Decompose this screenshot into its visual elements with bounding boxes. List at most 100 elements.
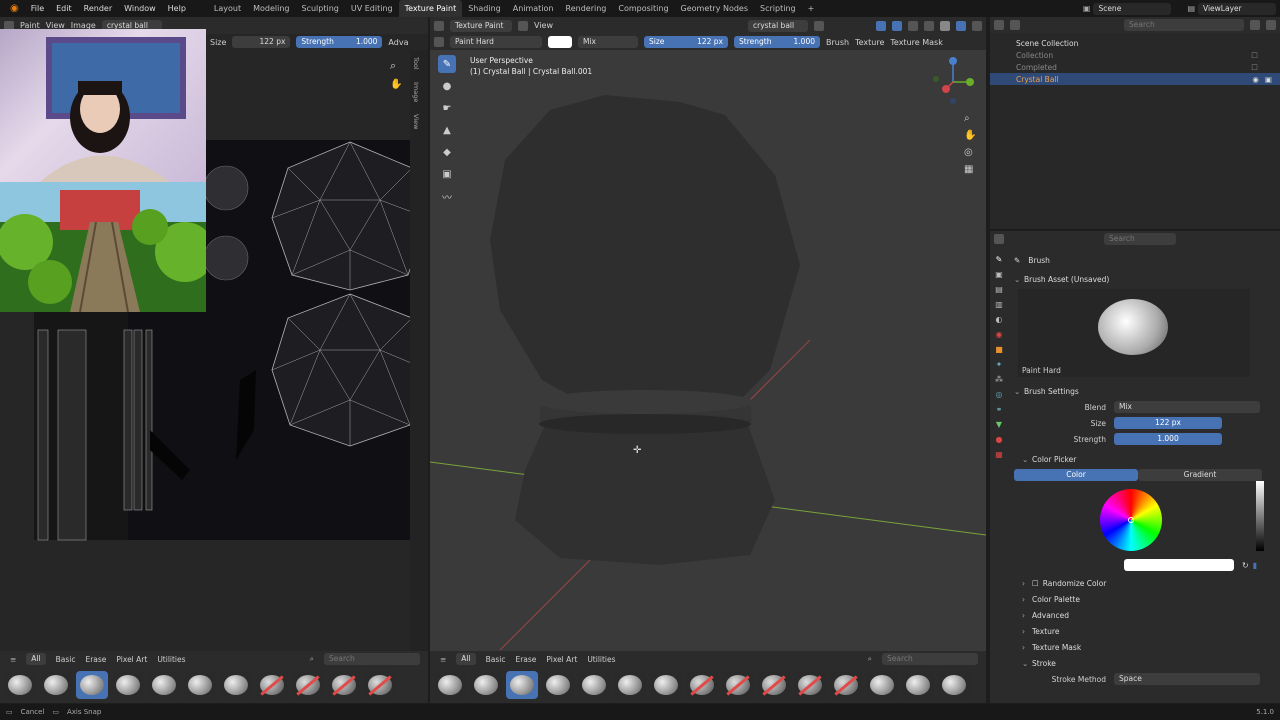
viewport-tab-utilities[interactable]: Utilities — [587, 655, 615, 664]
color-wheel-cursor[interactable] — [1128, 517, 1134, 523]
brush-thumb[interactable] — [364, 671, 396, 699]
editor-type-icon[interactable] — [994, 20, 1004, 30]
outliner-row[interactable]: Collection ☐ — [990, 49, 1280, 61]
scene-tab-icon[interactable]: ◐ — [996, 315, 1003, 324]
viewport-scene[interactable]: ✛ — [430, 50, 986, 670]
view-layer-selector[interactable]: ViewLayer — [1198, 2, 1276, 15]
shading-material-icon[interactable] — [956, 20, 966, 31]
fill-tool-icon[interactable]: ◆ — [438, 143, 456, 161]
properties-search[interactable]: Search — [1104, 233, 1176, 245]
shading-rendered-icon[interactable] — [972, 20, 982, 31]
zoom-icon[interactable]: ⌕ — [964, 113, 976, 124]
tab-texture-paint[interactable]: Texture Paint — [398, 0, 463, 17]
navigation-gizmo[interactable] — [926, 55, 980, 109]
texture-mask-header[interactable]: › Texture Mask — [1014, 639, 1278, 655]
color-picker-header[interactable]: ⌄ Color Picker — [1014, 451, 1278, 467]
brush-thumb[interactable] — [40, 671, 72, 699]
physics-tab-icon[interactable]: ◎ — [996, 390, 1003, 399]
tab-rendering[interactable]: Rendering — [560, 0, 613, 17]
tab-image[interactable]: Image — [412, 82, 420, 102]
brush-asset-header[interactable]: ⌄ Brush Asset (Unsaved) — [1014, 271, 1278, 287]
color-palette-header[interactable]: › Color Palette — [1014, 591, 1278, 607]
camera-icon[interactable]: ◎ — [964, 147, 976, 158]
brush-thumb[interactable] — [542, 671, 574, 699]
pan-hand-icon[interactable]: ✋ — [390, 79, 402, 90]
brush-thumb[interactable] — [650, 671, 682, 699]
add-workspace-button[interactable]: + — [802, 0, 821, 17]
editor-type-icon[interactable] — [994, 234, 1004, 244]
brush-thumb[interactable] — [256, 671, 288, 699]
pan-hand-icon[interactable]: ✋ — [964, 130, 976, 141]
brush-selector[interactable]: Paint Hard — [450, 36, 542, 48]
mode-selector[interactable]: Texture Paint — [450, 19, 512, 32]
image-tab-erase[interactable]: Erase — [85, 655, 106, 664]
brush-thumb[interactable] — [4, 671, 36, 699]
brush-thumb[interactable] — [614, 671, 646, 699]
image-strength-field[interactable]: Strength 1.000 — [296, 36, 383, 48]
size-slider[interactable]: 122 px — [1114, 417, 1222, 429]
object-tab-icon[interactable]: ■ — [995, 345, 1003, 354]
xray-icon[interactable] — [908, 20, 918, 31]
strength-field[interactable]: Strength 1.000 — [734, 36, 820, 48]
brush-thumb[interactable] — [794, 671, 826, 699]
outliner-row[interactable]: Completed ☐ — [990, 61, 1280, 73]
tab-compositing[interactable]: Compositing — [612, 0, 674, 17]
tab-layout[interactable]: Layout — [208, 0, 247, 17]
visibility-eye-icon[interactable]: ◉ — [1252, 75, 1259, 84]
refresh-icon[interactable]: ↻ — [1242, 561, 1249, 570]
brush-thumb[interactable] — [722, 671, 754, 699]
gradient-tab[interactable]: Gradient — [1138, 469, 1262, 481]
viewport-gizmo-icon[interactable] — [876, 20, 886, 31]
color-tab[interactable]: Color — [1014, 469, 1138, 481]
image-tab-pixel-art[interactable]: Pixel Art — [116, 655, 147, 664]
strength-slider[interactable]: 1.000 — [1114, 433, 1222, 445]
brush-thumb[interactable] — [292, 671, 324, 699]
image-size-field[interactable]: 122 px — [232, 36, 291, 48]
tab-tool[interactable]: Tool — [412, 57, 420, 70]
menu-edit[interactable]: Edit — [50, 4, 78, 13]
tab-view[interactable]: View — [412, 114, 420, 129]
soften-tool-icon[interactable]: ● — [438, 77, 456, 95]
blend-dropdown[interactable]: Mix — [1114, 401, 1260, 413]
viewport-tab-all[interactable]: All — [456, 653, 476, 665]
eyedropper-icon[interactable]: ▮ — [1253, 561, 1257, 570]
menu-file[interactable]: File — [25, 4, 50, 13]
brush-settings-header[interactable]: ⌄ Brush Settings — [1014, 383, 1278, 399]
value-slider[interactable] — [1256, 481, 1264, 551]
brush-thumb[interactable] — [938, 671, 970, 699]
smear-tool-icon[interactable]: ☛ — [438, 99, 456, 117]
randomize-checkbox[interactable]: ☐ — [1032, 579, 1039, 588]
scene-selector[interactable]: Scene — [1093, 2, 1172, 15]
blend-selector[interactable]: Mix — [578, 36, 638, 48]
zoom-icon[interactable]: ⌕ — [390, 59, 396, 73]
tab-sculpting[interactable]: Sculpting — [296, 0, 345, 17]
brush-thumb[interactable] — [470, 671, 502, 699]
ortho-grid-icon[interactable]: ▦ — [964, 164, 976, 175]
color-preview-bar[interactable] — [1124, 559, 1234, 571]
brush-thumb-active[interactable] — [76, 671, 108, 699]
brush-thumb[interactable] — [220, 671, 252, 699]
overlay-icon[interactable] — [892, 20, 902, 31]
data-tab-icon[interactable]: ▼ — [996, 420, 1002, 429]
viewport-tab-erase[interactable]: Erase — [515, 655, 536, 664]
brush-thumb[interactable] — [112, 671, 144, 699]
modifier-tab-icon[interactable]: ✦ — [996, 360, 1003, 369]
outliner-search[interactable]: Search — [1124, 19, 1244, 31]
texture-slot-icon[interactable] — [814, 20, 824, 31]
brush-menu[interactable]: Brush — [826, 38, 849, 47]
tab-scripting[interactable]: Scripting — [754, 0, 802, 17]
menu-help[interactable]: Help — [162, 4, 192, 13]
image-shelf-menu-icon[interactable]: ≡ — [10, 655, 16, 664]
output-tab-icon[interactable]: ▤ — [995, 285, 1003, 294]
checkbox-icon[interactable]: ☐ — [1251, 51, 1258, 60]
viewport-brush-search[interactable]: Search — [882, 653, 978, 665]
shading-solid-icon[interactable] — [940, 20, 950, 31]
mask-tool-icon[interactable]: ▣ — [438, 165, 456, 183]
advanced-header[interactable]: › Advanced — [1014, 607, 1278, 623]
particles-tab-icon[interactable]: ⁂ — [995, 375, 1003, 384]
tab-shading[interactable]: Shading — [462, 0, 507, 17]
tool-tab-icon[interactable]: ✎ — [996, 255, 1003, 264]
brush-thumb[interactable] — [578, 671, 610, 699]
texture-header[interactable]: › Texture — [1014, 623, 1278, 639]
image-advanced-menu[interactable]: Adva — [388, 38, 408, 47]
